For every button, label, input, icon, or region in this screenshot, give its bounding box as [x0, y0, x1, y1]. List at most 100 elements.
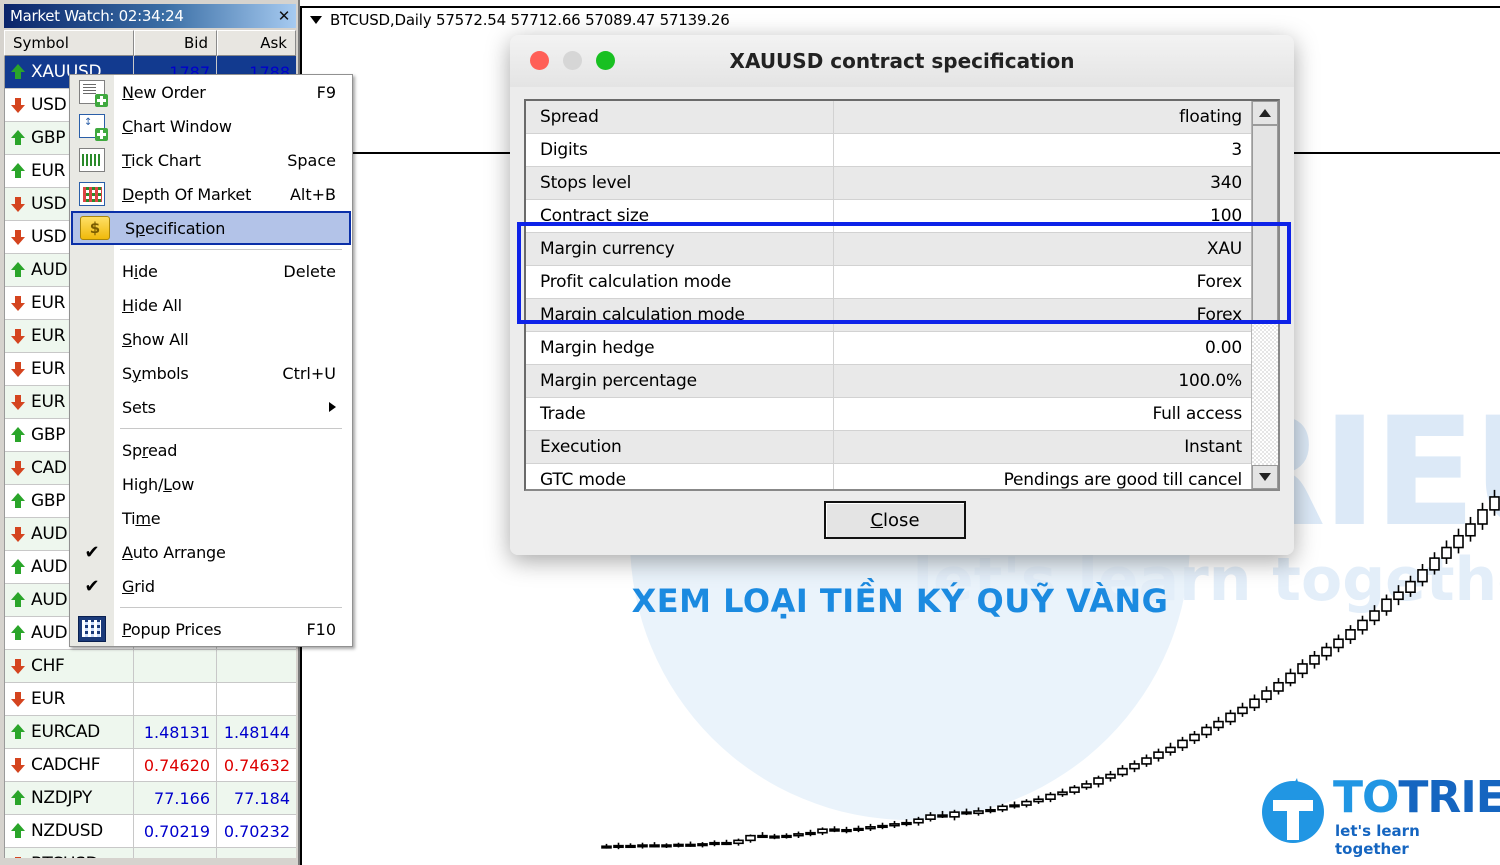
menu-item-hide-all[interactable]: Hide All	[70, 288, 352, 322]
close-traffic-light-icon[interactable]	[530, 51, 549, 70]
bid-cell	[134, 650, 217, 682]
spec-row[interactable]: Contract size 100	[526, 200, 1254, 233]
column-header-bid[interactable]: Bid	[134, 30, 217, 56]
ask-cell: 1.48144	[223, 722, 290, 742]
menu-item-spread[interactable]: Spread	[70, 433, 352, 467]
spec-key: Margin hedge	[526, 332, 834, 364]
menu-item-time[interactable]: Time	[70, 501, 352, 535]
spec-key: GTC mode	[526, 464, 834, 489]
spec-value: Full access	[1152, 404, 1242, 424]
arrow-up-icon	[11, 427, 25, 443]
arrow-up-icon	[11, 790, 25, 806]
specification-scrollbar[interactable]	[1251, 101, 1278, 489]
scroll-down-arrow-icon[interactable]	[1252, 465, 1278, 489]
table-row[interactable]: NZDJPY 77.166 77.184	[5, 782, 296, 815]
scroll-up-arrow-icon[interactable]	[1252, 101, 1278, 125]
chart-window-icon: ↕	[70, 109, 114, 143]
spec-key: Contract size	[526, 200, 834, 232]
zoom-traffic-light-icon[interactable]	[596, 51, 615, 70]
menu-item-label: Depth Of Market	[122, 184, 252, 204]
table-row[interactable]: CHF	[5, 650, 296, 683]
symbol-label: NZDJPY	[31, 788, 92, 808]
menu-item-high-low[interactable]: High/Low	[70, 467, 352, 501]
market-watch-context-menu[interactable]: New Order F9 ↕ Chart Window Tick Chart Space D…	[69, 74, 353, 647]
minimize-traffic-light-icon[interactable]	[563, 51, 582, 70]
menu-item-popup-prices[interactable]: Popup Prices F10	[70, 612, 352, 646]
arrow-down-icon	[11, 295, 25, 311]
arrow-up-icon	[11, 724, 25, 740]
market-watch-titlebar[interactable]: Market Watch: 02:34:24 ✕	[4, 4, 296, 28]
spec-row[interactable]: Margin hedge 0.00	[526, 332, 1254, 365]
menu-item-new-order[interactable]: New Order F9	[70, 75, 352, 109]
column-header-symbol[interactable]: Symbol	[4, 30, 134, 56]
spec-row[interactable]: Margin calculation mode Forex	[526, 299, 1254, 332]
menu-item-show-all[interactable]: Show All	[70, 322, 352, 356]
spec-row[interactable]: Digits 3	[526, 134, 1254, 167]
table-row[interactable]: EUR	[5, 683, 296, 716]
dialog-titlebar[interactable]: XAUUSD contract specification	[510, 35, 1294, 88]
close-icon[interactable]: ✕	[272, 5, 296, 27]
table-row[interactable]: NZDUSD 0.70219 0.70232	[5, 815, 296, 848]
menu-item-shortcut: Ctrl+U	[282, 363, 336, 383]
ask-cell	[217, 650, 296, 682]
spec-row[interactable]: Profit calculation mode Forex	[526, 266, 1254, 299]
symbol-label: AUD	[31, 260, 68, 280]
spec-key: Spread	[526, 101, 834, 133]
chart-header-bar[interactable]: BTCUSD,Daily 57572.54 57712.66 57089.47 …	[300, 6, 1500, 32]
menu-item-label: High/Low	[122, 474, 195, 494]
table-row[interactable]: BTCUSD 57139...57176...	[5, 848, 296, 858]
spec-value: floating	[1179, 107, 1242, 127]
spec-value: Pendings are good till cancel	[1003, 470, 1243, 489]
symbol-cell: NZDUSD	[5, 815, 134, 847]
symbol-label: EUR	[31, 689, 66, 709]
bid-cell: 1.48131	[134, 716, 217, 748]
arrow-down-icon	[11, 394, 25, 410]
table-row[interactable]: EURCAD 1.48131 1.48144	[5, 716, 296, 749]
menu-item-hide[interactable]: Hide Delete	[70, 254, 352, 288]
spec-value: 340	[1210, 173, 1242, 193]
spec-value: Forex	[1196, 305, 1243, 325]
spec-row[interactable]: GTC mode Pendings are good till cancel	[526, 464, 1254, 489]
menu-item-sets[interactable]: Sets	[70, 390, 352, 424]
spec-value: Forex	[1196, 272, 1243, 292]
column-header-ask[interactable]: Ask	[217, 30, 296, 56]
menu-item-label: Sets	[122, 397, 156, 417]
ask-cell	[217, 683, 296, 715]
menu-item-icon-slot	[70, 390, 114, 424]
menu-item-grid[interactable]: ✔ Grid	[70, 569, 352, 603]
menu-separator	[120, 607, 342, 608]
arrow-down-icon	[11, 757, 25, 773]
menu-item-label: Popup Prices	[122, 619, 222, 639]
spec-row[interactable]: Trade Full access	[526, 398, 1254, 431]
specification-table[interactable]: Spread floating Digits 3 Stops level 340 Contr…	[526, 101, 1254, 489]
symbol-label: EUR	[31, 326, 66, 346]
menu-item-depth-of-market[interactable]: Depth Of Market Alt+B	[70, 177, 352, 211]
menu-item-label: New Order	[122, 82, 206, 102]
arrow-up-icon	[11, 262, 25, 278]
menu-item-auto-arrange[interactable]: ✔ Auto Arrange	[70, 535, 352, 569]
chevron-down-icon[interactable]	[310, 16, 322, 24]
menu-item-icon-slot	[70, 433, 114, 467]
menu-item-icon-slot	[70, 501, 114, 535]
menu-item-chart-window[interactable]: ↕ Chart Window	[70, 109, 352, 143]
menu-item-shortcut: Space	[287, 150, 336, 170]
symbol-label: CHF	[31, 656, 65, 676]
spec-row[interactable]: Stops level 340	[526, 167, 1254, 200]
table-row[interactable]: CADCHF 0.74620 0.74632	[5, 749, 296, 782]
menu-item-symbols[interactable]: Symbols Ctrl+U	[70, 356, 352, 390]
close-button[interactable]: Close	[824, 501, 966, 539]
menu-item-specification[interactable]: Specification	[71, 211, 351, 245]
spec-row[interactable]: Spread floating	[526, 101, 1254, 134]
spec-value: 3	[1231, 140, 1242, 160]
specification-icon	[73, 211, 117, 245]
menu-item-tick-chart[interactable]: Tick Chart Space	[70, 143, 352, 177]
spec-key: Margin percentage	[526, 365, 834, 397]
spec-row[interactable]: Margin currency XAU	[526, 233, 1254, 266]
spec-row[interactable]: Execution Instant	[526, 431, 1254, 464]
scrollbar-track[interactable]	[1252, 321, 1278, 465]
arrow-up-icon	[11, 130, 25, 146]
spec-row[interactable]: Margin percentage 100.0%	[526, 365, 1254, 398]
symbol-label: EUR	[31, 359, 66, 379]
contract-specification-dialog[interactable]: XAUUSD contract specification Spread floa…	[510, 35, 1294, 555]
scrollbar-thumb[interactable]	[1252, 125, 1278, 321]
